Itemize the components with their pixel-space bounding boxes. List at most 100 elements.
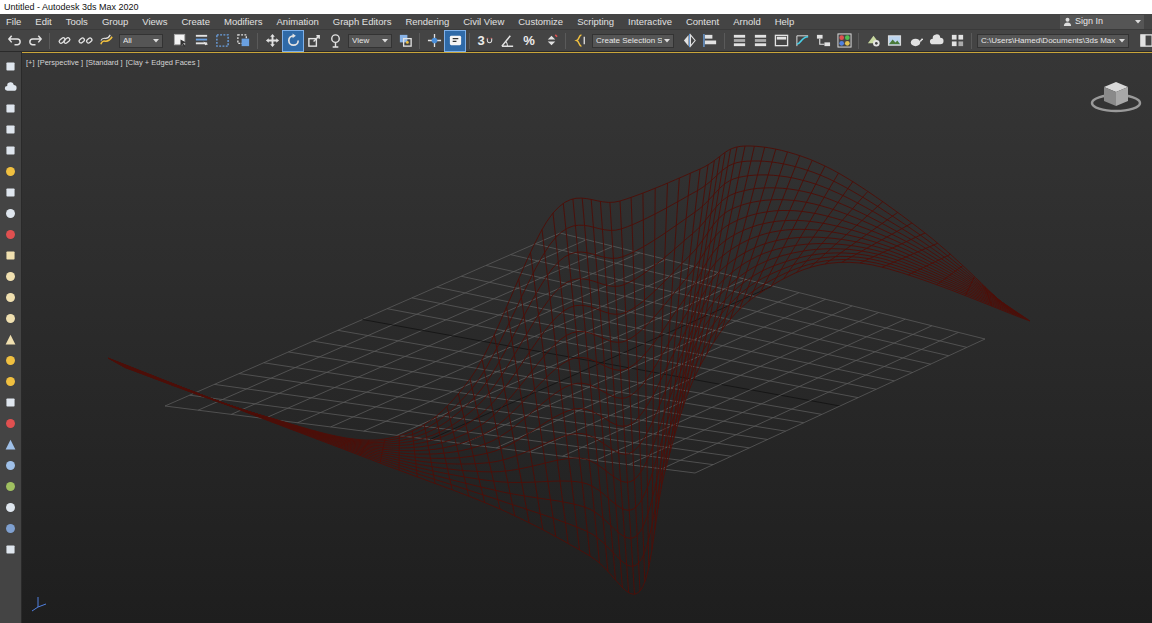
helper-icon[interactable] <box>2 436 20 453</box>
create-panel-icon[interactable] <box>2 58 20 75</box>
menu-item[interactable]: Rendering <box>405 15 449 29</box>
system-icon[interactable] <box>2 499 20 516</box>
material-editor-icon[interactable] <box>834 31 854 51</box>
bind-spacewarp-icon[interactable] <box>96 31 116 51</box>
wireframe-surface[interactable] <box>108 146 1030 594</box>
named-selection-set-dropdown[interactable]: Create Selection Se <box>592 34 674 48</box>
selection-filter-dropdown[interactable]: All <box>119 34 163 48</box>
modeling-icon[interactable] <box>2 226 20 243</box>
menu-item[interactable]: Graph Editors <box>333 15 392 29</box>
unlink-icon[interactable] <box>75 31 95 51</box>
select-by-name-icon[interactable] <box>191 31 211 51</box>
menu-item[interactable]: Help <box>775 15 795 29</box>
menu-item[interactable]: Scripting <box>577 15 614 29</box>
scene[interactable] <box>22 53 1152 623</box>
light-icon[interactable] <box>2 352 20 369</box>
scene-explorer-icon[interactable] <box>750 31 770 51</box>
dropdown-arrow-icon[interactable] <box>1135 20 1141 24</box>
project-folder-dropdown[interactable]: C:\Users\Hamed\Documents\3ds Max 2020 <box>977 34 1129 48</box>
dropdown-arrow-icon[interactable] <box>1119 39 1125 43</box>
align-icon[interactable] <box>700 31 720 51</box>
named-selection-set-dropdown-value[interactable]: Create Selection Se <box>596 35 662 47</box>
menu-item[interactable]: Interactive <box>628 15 672 29</box>
menu-item[interactable]: Tools <box>66 15 88 29</box>
menu-item[interactable]: Edit <box>35 15 51 29</box>
menu-item[interactable]: Content <box>686 15 719 29</box>
sign-in-dropdown[interactable]: Sign In <box>1060 15 1144 29</box>
angle-snap-icon[interactable] <box>497 31 517 51</box>
explorer-icon[interactable] <box>2 541 20 558</box>
viewport-label[interactable]: [+] <box>26 57 35 68</box>
motion-panel-icon[interactable] <box>2 121 20 138</box>
viewport-label[interactable]: [Standard ] <box>86 57 123 68</box>
percent-snap-label[interactable]: % <box>523 34 535 47</box>
isolate-icon[interactable] <box>2 184 20 201</box>
menu-item[interactable]: Customize <box>518 15 563 29</box>
select-object-icon[interactable] <box>170 31 190 51</box>
menu-item[interactable]: Group <box>102 15 128 29</box>
particles-icon[interactable] <box>2 394 20 411</box>
hierarchy-panel-icon[interactable] <box>2 100 20 117</box>
scale-icon[interactable] <box>304 31 324 51</box>
link-icon[interactable] <box>54 31 74 51</box>
move-icon[interactable] <box>262 31 282 51</box>
place-icon[interactable] <box>325 31 345 51</box>
dock-toolbar-icon[interactable] <box>1136 31 1152 51</box>
menu-item[interactable]: Modifiers <box>224 15 263 29</box>
render-production-icon[interactable] <box>905 31 925 51</box>
selection-filter-dropdown-value[interactable]: All <box>123 35 151 47</box>
menu-item[interactable]: Animation <box>277 15 319 29</box>
spacewarp-icon[interactable] <box>2 457 20 474</box>
reference-coordinate-dropdown-value[interactable]: View <box>352 35 380 47</box>
project-folder-dropdown-value[interactable]: C:\Users\Hamed\Documents\3ds Max 2020 <box>981 35 1117 47</box>
undo-icon[interactable] <box>4 31 24 51</box>
menu-item[interactable]: Create <box>181 15 210 29</box>
snaps-toggle-label[interactable]: 3 <box>477 34 484 47</box>
geosphere-icon[interactable] <box>2 289 20 306</box>
menu-item[interactable]: Civil View <box>463 15 504 29</box>
paint-select-icon[interactable] <box>2 205 20 222</box>
torus-icon[interactable] <box>2 310 20 327</box>
modify-panel-icon[interactable] <box>2 79 20 96</box>
redo-icon[interactable] <box>25 31 45 51</box>
camera-icon[interactable] <box>2 415 20 432</box>
snaps-toggle-button[interactable]: 3 <box>474 31 496 51</box>
utilities-icon[interactable] <box>2 163 20 180</box>
reference-coordinate-dropdown[interactable]: View <box>348 34 392 48</box>
rendered-frame-window-icon[interactable] <box>884 31 904 51</box>
mirror-icon[interactable] <box>679 31 699 51</box>
percent-snap-button[interactable]: % <box>518 31 540 51</box>
render-cloud-icon[interactable] <box>926 31 946 51</box>
perspective-viewport[interactable]: [+][Perspective ][Standard ][Clay + Edge… <box>22 52 1152 623</box>
cone-icon[interactable] <box>2 331 20 348</box>
schematic-view-icon[interactable] <box>813 31 833 51</box>
layer-explorer-icon[interactable] <box>729 31 749 51</box>
menu-item[interactable]: File <box>6 15 21 29</box>
window-crossing-icon[interactable] <box>233 31 253 51</box>
dropdown-arrow-icon[interactable] <box>664 39 670 43</box>
foliage-icon[interactable] <box>2 478 20 495</box>
menu-item[interactable]: Views <box>142 15 167 29</box>
magnet-icon[interactable] <box>486 37 493 44</box>
spinner-snap-icon[interactable] <box>541 31 561 51</box>
curve-editor-icon[interactable] <box>792 31 812 51</box>
pivot-center-icon[interactable] <box>395 31 415 51</box>
dropdown-arrow-icon[interactable] <box>153 39 159 43</box>
render-setup-icon[interactable] <box>863 31 883 51</box>
menu-item[interactable]: Arnold <box>733 15 760 29</box>
select-manipulate-icon[interactable] <box>424 31 444 51</box>
viewport-label[interactable]: [Perspective ] <box>38 57 83 68</box>
viewport-label[interactable]: [Clay + Edged Faces ] <box>126 57 200 68</box>
rectangular-region-icon[interactable] <box>212 31 232 51</box>
display-panel-icon[interactable] <box>2 142 20 159</box>
toggle-ribbon-icon[interactable] <box>771 31 791 51</box>
sign-in-label[interactable]: Sign In <box>1075 15 1132 29</box>
box-icon[interactable] <box>2 247 20 264</box>
rotate-icon[interactable] <box>283 31 303 51</box>
viewport-layout-icon[interactable] <box>947 31 967 51</box>
edit-named-selection-icon[interactable] <box>570 31 590 51</box>
dropdown-arrow-icon[interactable] <box>382 39 388 43</box>
viewcube-icon[interactable] <box>1090 79 1142 115</box>
sun-icon[interactable] <box>2 373 20 390</box>
scene-icon[interactable] <box>2 520 20 537</box>
